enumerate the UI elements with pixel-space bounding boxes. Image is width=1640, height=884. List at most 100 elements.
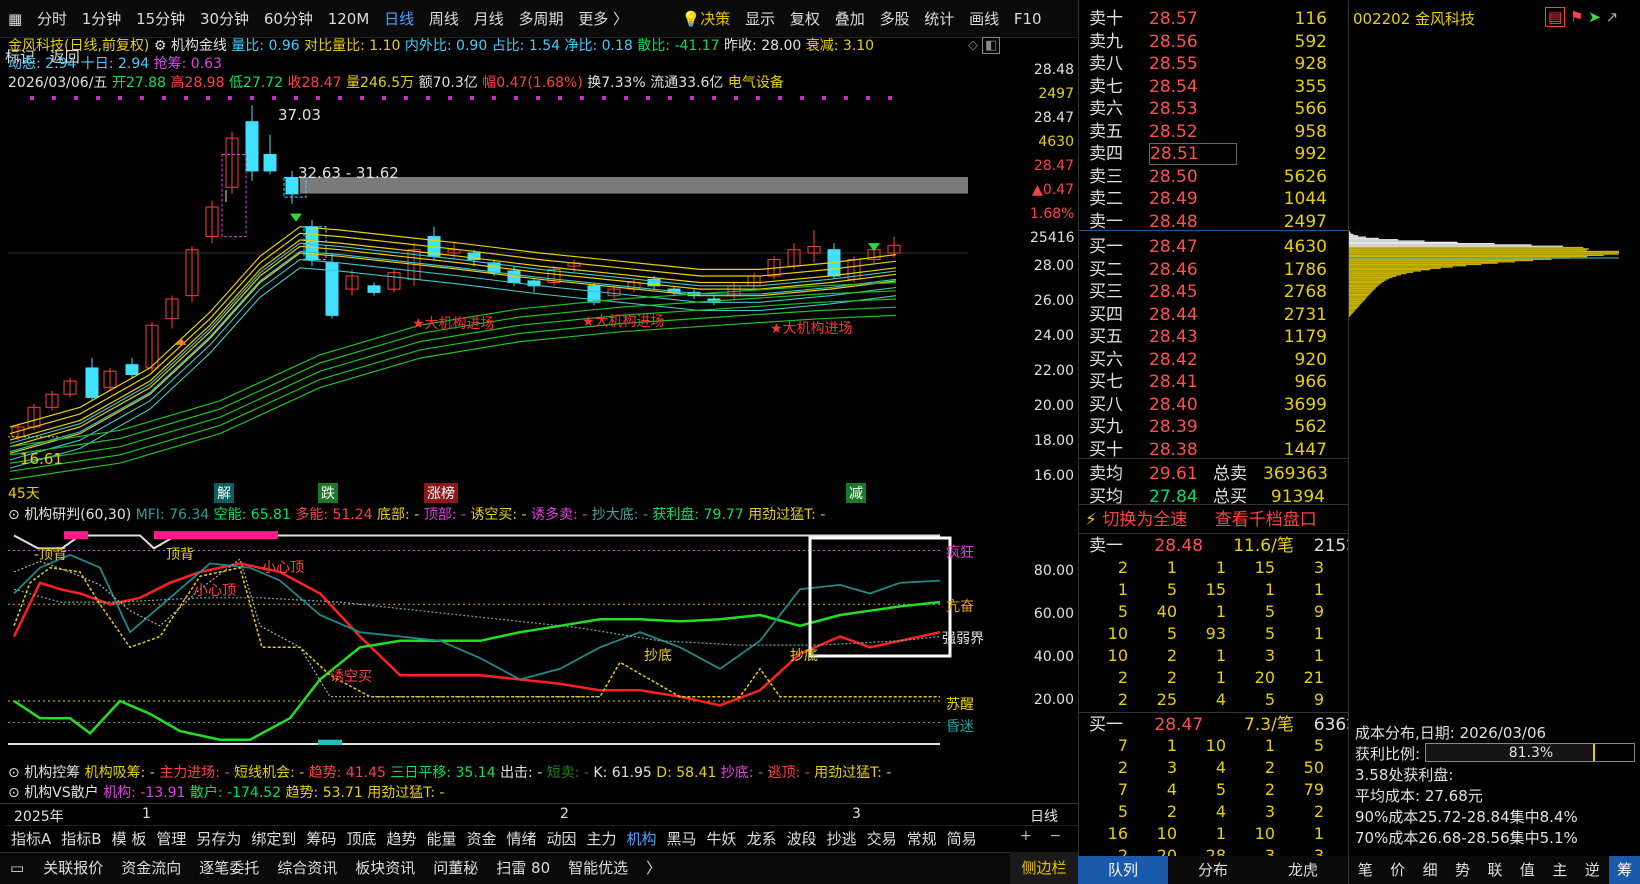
indicator-tab[interactable]: 情绪 [501,826,541,852]
indicator-tab[interactable]: 常规 [902,826,942,852]
tab-weekly[interactable]: 周线 [424,0,464,38]
expand-icon[interactable]: ↗ [1606,8,1619,26]
ask-row[interactable]: 卖十 28.57 116 [1079,4,1348,29]
right-tab[interactable]: 笔 [1349,856,1381,884]
tab-monthly[interactable]: 月线 [469,0,509,38]
info-tab[interactable]: 逐笔委托 [190,853,268,879]
info-tab[interactable]: 问董秘 [424,853,487,879]
tab-15min[interactable]: 15分钟 [131,0,190,38]
indicator-tab[interactable]: 指标B [56,826,106,852]
bid-row[interactable]: 买八 28.40 3699 [1079,390,1348,415]
switch-full-speed[interactable]: 切换为全速 [1102,510,1187,530]
panel-icon[interactable]: ▭ [0,855,34,881]
indicator-tab[interactable]: 模 板 [107,826,152,852]
indicator-tab[interactable]: 抄逃 [822,826,862,852]
flag-icon[interactable]: ⚑ [1570,8,1583,26]
bid-row[interactable]: 买九 28.39 562 [1079,412,1348,437]
indicator-tab[interactable]: 顶底 [341,826,381,852]
tab-more[interactable]: 更多 〉 [573,0,633,38]
indicator-tab[interactable]: 波段 [782,826,822,852]
info-tab[interactable]: 〉 [637,853,670,879]
tab-30min[interactable]: 30分钟 [195,0,254,38]
indicator-tab[interactable]: 管理 [151,826,191,852]
view-depth[interactable]: 查看千档盘口 [1193,510,1317,530]
indicator-tab[interactable]: 牛妖 [702,826,742,852]
ask-row[interactable]: 卖四 28.51 992 [1079,139,1348,165]
stats-button[interactable]: 统计 [919,0,959,38]
bid-row[interactable]: 买二 28.46 1786 [1079,255,1348,280]
indicator-tab[interactable]: 机构 [622,826,662,852]
ask-row[interactable]: 卖六 28.53 566 [1079,94,1348,119]
axis-period[interactable]: 日线 [1030,806,1058,826]
zoom-in-button[interactable]: + [1020,828,1032,844]
tab-60min[interactable]: 60分钟 [259,0,318,38]
tab-queue[interactable]: 队列 [1078,856,1168,884]
ask-row[interactable]: 卖一 28.48 2497 [1079,207,1348,232]
indicator-tab[interactable]: 交易 [862,826,902,852]
zoom-out-button[interactable]: − [1050,828,1062,844]
tab-distribution[interactable]: 分布 [1168,856,1258,884]
ind3-name[interactable]: 机构VS散户 [24,785,98,801]
indicator-name[interactable]: 机构金线 [171,38,227,54]
indicator-tab[interactable]: 绑定到 [246,826,301,852]
multi-stock-button[interactable]: 多股 [874,0,914,38]
indicator-tab[interactable]: 另存为 [191,826,246,852]
window-icon[interactable]: ▦ [0,0,27,38]
tab-fenshi[interactable]: 分时 [32,0,72,38]
bid-row[interactable]: 买五 28.43 1179 [1079,322,1348,347]
tab-120m[interactable]: 120M [323,0,375,38]
info-tab[interactable]: 综合资讯 [268,853,346,879]
display-button[interactable]: 显示 [740,0,780,38]
right-tab[interactable]: 势 [1446,856,1478,884]
info-tab[interactable]: 关联报价 [34,853,112,879]
tab-multi-period[interactable]: 多周期 [513,0,568,38]
chart-icon[interactable]: ▤ [1545,7,1566,27]
indicator-tab[interactable]: 动因 [541,826,581,852]
bid-row[interactable]: 买四 28.44 2731 [1079,300,1348,325]
indicator-tab[interactable]: 资金 [461,826,501,852]
info-tab[interactable]: 板块资讯 [346,853,424,879]
ind-toggle-icon[interactable]: ⊙ [8,785,20,801]
right-tab[interactable]: 主 [1544,856,1576,884]
info-tab[interactable]: 智能优选 [559,853,637,879]
indicator-tab[interactable]: 黑马 [662,826,702,852]
tab-dragon-tiger[interactable]: 龙虎 [1258,856,1348,884]
right-tab[interactable]: 细 [1414,856,1446,884]
ask-row[interactable]: 卖二 28.49 1044 [1079,184,1348,209]
indicator-tab[interactable]: 龙系 [742,826,782,852]
indicator-tab[interactable]: 主力 [582,826,622,852]
bid-row[interactable]: 买六 28.42 920 [1079,345,1348,370]
ind2-name[interactable]: 机构控筹 [24,765,80,781]
kline-chart[interactable] [0,92,1078,500]
bottom-tag[interactable]: 解 [214,483,234,503]
info-tab[interactable]: 扫雷 80 [487,853,559,879]
ask-row[interactable]: 卖五 28.52 958 [1079,117,1348,142]
right-tab[interactable]: 价 [1381,856,1413,884]
bottom-tag[interactable]: 减 [846,483,866,503]
decision-button[interactable]: 💡决策 [677,0,736,38]
draw-line-button[interactable]: 画线 [964,0,1004,38]
ask-row[interactable]: 卖八 28.55 928 [1079,49,1348,74]
sidebar-button[interactable]: 侧边栏 [1010,852,1078,884]
ask-row[interactable]: 卖七 28.54 355 [1079,72,1348,97]
ask-row[interactable]: 卖三 28.50 5626 [1079,162,1348,187]
info-tab[interactable]: 资金流向 [112,853,190,879]
restore-right-button[interactable]: 复权 [785,0,825,38]
indicator-tab[interactable]: 筹码 [301,826,341,852]
indicator-chart[interactable] [0,520,1078,745]
f10-button[interactable]: F10 [1009,0,1047,38]
bid-row[interactable]: 买三 28.45 2768 [1079,277,1348,302]
right-tab[interactable]: 筹 [1608,856,1640,884]
right-tab[interactable]: 值 [1511,856,1543,884]
overlay-button[interactable]: 叠加 [830,0,870,38]
ind-toggle-icon[interactable]: ⊙ [8,765,20,781]
indicator-tab[interactable]: 趋势 [381,826,421,852]
bid-row[interactable]: 买一 28.47 4630 [1079,232,1348,257]
tab-1min[interactable]: 1分钟 [77,0,127,38]
right-tab[interactable]: 逆 [1576,856,1608,884]
indicator-tab[interactable]: 能量 [421,826,461,852]
bottom-tag[interactable]: 跌 [318,483,338,503]
indicator-tab[interactable]: 简易 [942,826,982,852]
bid-row[interactable]: 买七 28.41 966 [1079,367,1348,392]
bid-row[interactable]: 买十 28.38 1447 [1079,435,1348,460]
